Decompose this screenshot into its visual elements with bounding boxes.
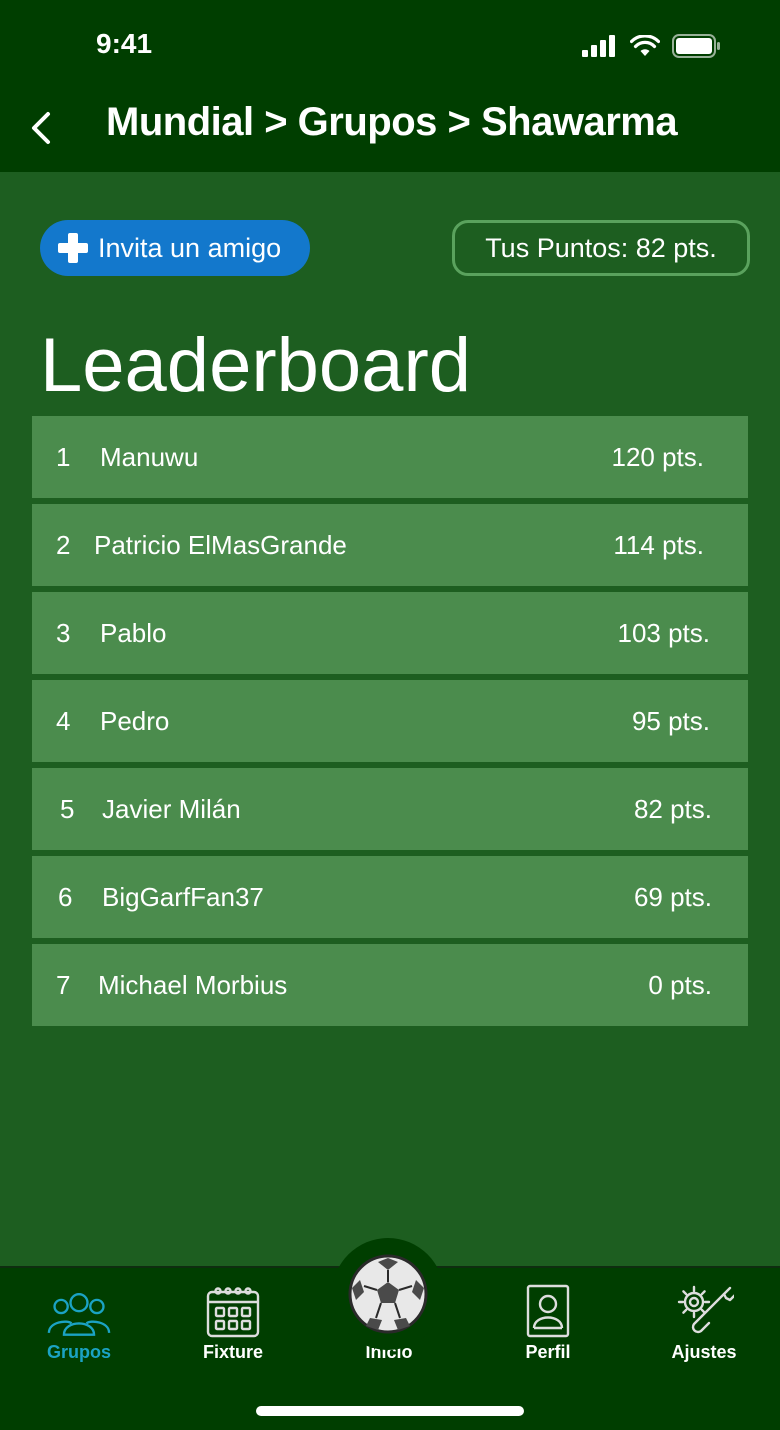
player-name: BigGarfFan37 — [102, 881, 264, 912]
navigation-header: Mundial > Grupos > Shawarma — [0, 90, 780, 172]
rank: 1 — [56, 441, 71, 472]
invite-friend-label: Invita un amigo — [98, 232, 282, 263]
player-points: 0 pts. — [648, 969, 712, 1000]
tab-grupos[interactable]: Grupos — [14, 1282, 144, 1372]
player-name: Patricio ElMasGrande — [94, 529, 347, 560]
player-points: 120 pts. — [611, 441, 704, 472]
player-name: Pedro — [100, 705, 170, 736]
soccer-ball-icon — [348, 1254, 428, 1334]
leaderboard-row[interactable]: 3 Pablo 103 pts. — [32, 592, 748, 674]
tab-perfil[interactable]: Perfil — [483, 1282, 613, 1372]
player-points: 82 pts. — [633, 793, 712, 824]
chevron-left-icon — [32, 112, 50, 144]
player-points: 114 pts. — [613, 529, 704, 560]
page-title: Mundial > Grupos > Shawarma — [106, 100, 678, 144]
rank: 3 — [56, 617, 71, 648]
home-indicator[interactable] — [256, 1406, 524, 1416]
tab-ajustes[interactable]: Ajustes — [639, 1282, 769, 1372]
tab-label: Fixture — [202, 1342, 263, 1362]
back-button[interactable] — [24, 100, 64, 148]
tab-label: Ajustes — [671, 1342, 737, 1362]
profile-icon — [526, 1284, 570, 1338]
home-ball-button[interactable] — [332, 1238, 444, 1350]
rank: 6 — [58, 881, 73, 912]
player-name: Javier Milán — [102, 793, 241, 824]
plus-icon — [58, 233, 88, 263]
player-name: Manuwu — [100, 441, 199, 472]
player-name: Pablo — [100, 617, 167, 648]
rank: 2 — [56, 529, 71, 560]
player-points: 95 pts. — [631, 705, 710, 736]
leaderboard-title: Leaderboard — [40, 323, 472, 408]
user-points-badge: Tus Puntos: 82 pts. — [452, 220, 750, 276]
user-points-label: Tus Puntos: 82 pts. — [485, 232, 717, 263]
leaderboard-row[interactable]: 2 Patricio ElMasGrande 114 pts. — [32, 504, 748, 586]
tab-fixture[interactable]: Fixture — [168, 1282, 298, 1372]
group-icon — [47, 1293, 111, 1336]
wifi-icon — [630, 35, 660, 56]
tab-label: Grupos — [46, 1342, 111, 1362]
invite-friend-button[interactable]: Invita un amigo — [40, 220, 310, 276]
player-points: 103 pts. — [617, 617, 710, 648]
status-time: 9:41 — [96, 28, 153, 59]
settings-icon — [677, 1285, 734, 1334]
battery-icon — [672, 34, 720, 58]
leaderboard-list: 1 Manuwu 120 pts. 2 Patricio ElMasGrande… — [32, 416, 748, 1032]
calendar-icon — [206, 1287, 260, 1338]
player-name: Michael Morbius — [98, 969, 288, 1000]
rank: 7 — [56, 969, 71, 1000]
leaderboard-row[interactable]: 7 Michael Morbius 0 pts. — [32, 944, 748, 1026]
signal-icon — [582, 35, 615, 57]
rank: 5 — [60, 793, 75, 824]
leaderboard-row[interactable]: 4 Pedro 95 pts. — [32, 680, 748, 762]
status-icons — [582, 34, 722, 58]
rank: 4 — [56, 705, 71, 736]
leaderboard-row[interactable]: 5 Javier Milán 82 pts. — [32, 768, 748, 850]
leaderboard-row[interactable]: 1 Manuwu 120 pts. — [32, 416, 748, 498]
player-points: 69 pts. — [633, 881, 712, 912]
leaderboard-row[interactable]: 6 BigGarfFan37 69 pts. — [32, 856, 748, 938]
tab-label: Perfil — [525, 1342, 571, 1362]
status-bar: 9:41 — [0, 0, 780, 90]
